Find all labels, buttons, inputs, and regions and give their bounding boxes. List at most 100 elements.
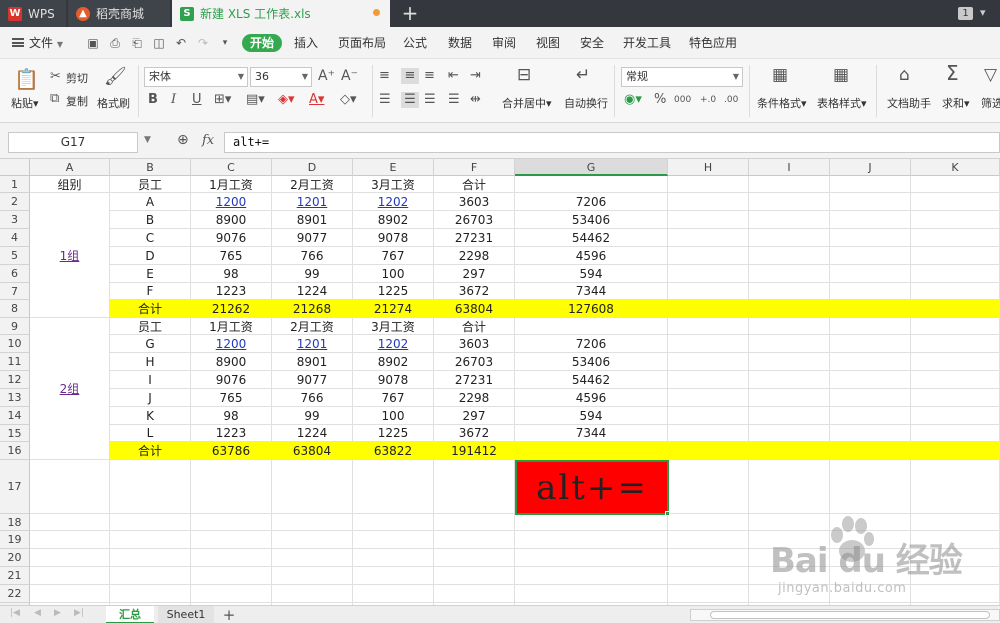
copy-button[interactable]: 复制	[66, 93, 88, 109]
column-header-k[interactable]: K	[911, 159, 1000, 176]
name-box[interactable]: G17	[8, 132, 138, 153]
percent-icon[interactable]: %	[654, 92, 666, 108]
empty-cell[interactable]	[668, 229, 749, 247]
empty-cell[interactable]	[668, 283, 749, 300]
cell[interactable]: 组别	[30, 176, 110, 193]
cell[interactable]: C	[110, 229, 191, 247]
cell[interactable]	[515, 176, 668, 193]
cell[interactable]: 100	[353, 265, 434, 283]
sum-button[interactable]: 求和▾	[942, 95, 970, 111]
decrease-decimal-icon[interactable]: .00	[724, 92, 738, 108]
zoom-lookup-icon[interactable]: ⊕	[177, 132, 189, 148]
empty-cell[interactable]	[353, 567, 434, 585]
cell[interactable]: 191412	[434, 442, 515, 460]
empty-cell[interactable]	[272, 549, 353, 567]
empty-cell[interactable]	[110, 567, 191, 585]
row-header-21[interactable]: 21	[0, 567, 30, 585]
empty-cell[interactable]	[668, 193, 749, 211]
filter-button[interactable]: 筛选	[981, 95, 1000, 111]
cell[interactable]: 3月工资	[353, 318, 434, 335]
column-header-e[interactable]: E	[353, 159, 434, 176]
cell[interactable]: 9076	[191, 371, 272, 389]
empty-cell[interactable]	[749, 425, 830, 442]
row-header-20[interactable]: 20	[0, 549, 30, 567]
align-bottom-icon[interactable]: ≡	[424, 68, 435, 84]
row-header-13[interactable]: 13	[0, 389, 30, 407]
empty-cell[interactable]	[911, 211, 1000, 229]
cell[interactable]: 8900	[191, 353, 272, 371]
empty-cell[interactable]	[749, 567, 830, 585]
empty-cell[interactable]	[668, 442, 749, 460]
cell[interactable]	[515, 442, 668, 460]
empty-cell[interactable]	[749, 176, 830, 193]
empty-cell[interactable]	[30, 514, 110, 531]
save-icon[interactable]: ▣	[86, 36, 100, 50]
empty-cell[interactable]	[830, 407, 911, 425]
column-header-j[interactable]: J	[830, 159, 911, 176]
bold-icon[interactable]: B	[148, 92, 158, 108]
cell[interactable]: 1组	[30, 193, 110, 318]
row-header-1[interactable]: 1	[0, 176, 30, 193]
empty-cell[interactable]	[515, 514, 668, 531]
cell[interactable]: 1202	[353, 193, 434, 211]
empty-cell[interactable]	[749, 442, 830, 460]
fill-color-icon[interactable]: ◈▾	[278, 92, 295, 108]
increase-indent-icon[interactable]: ⇥	[470, 68, 481, 84]
cell[interactable]: 合计	[110, 300, 191, 318]
cell[interactable]: 765	[191, 247, 272, 265]
last-sheet-icon[interactable]: ▶|	[74, 608, 84, 618]
empty-cell[interactable]	[434, 531, 515, 549]
cell[interactable]: 7344	[515, 425, 668, 442]
empty-cell[interactable]	[668, 425, 749, 442]
cell[interactable]: 2月工资	[272, 176, 353, 193]
merge-center-icon[interactable]: ⊟	[517, 67, 531, 84]
row-header-2[interactable]: 2	[0, 193, 30, 211]
cell[interactable]: 3672	[434, 283, 515, 300]
cell[interactable]: 1月工资	[191, 176, 272, 193]
wrap-text-icon[interactable]: ↵	[576, 67, 590, 84]
thousands-icon[interactable]: 000	[674, 92, 691, 108]
empty-cell[interactable]	[434, 585, 515, 603]
empty-cell[interactable]	[911, 247, 1000, 265]
column-header-c[interactable]: C	[191, 159, 272, 176]
number-format-select[interactable]: 常规 ▼	[621, 67, 743, 87]
cell[interactable]: 54462	[515, 229, 668, 247]
export-pdf-icon[interactable]: ⎙	[108, 36, 122, 50]
empty-cell[interactable]	[911, 353, 1000, 371]
empty-cell[interactable]	[272, 531, 353, 549]
menu-review[interactable]: 审阅	[492, 27, 516, 59]
cell[interactable]: 21268	[272, 300, 353, 318]
cut-icon[interactable]: ✂	[50, 69, 61, 85]
empty-cell[interactable]	[830, 460, 911, 514]
cell[interactable]: 26703	[434, 353, 515, 371]
align-left-icon[interactable]: ☰	[379, 92, 391, 108]
cell[interactable]: 63786	[191, 442, 272, 460]
cell[interactable]: 98	[191, 407, 272, 425]
selected-cell-g17[interactable]: alt+=	[515, 460, 669, 515]
decrease-font-icon[interactable]: A⁻	[341, 68, 358, 84]
row-header-11[interactable]: 11	[0, 353, 30, 371]
decrease-indent-icon[interactable]: ⇤	[448, 68, 459, 84]
cell[interactable]: 8901	[272, 211, 353, 229]
cell[interactable]: 1200	[191, 335, 272, 353]
empty-cell[interactable]	[434, 460, 515, 514]
print-icon[interactable]: ⎗	[130, 36, 144, 50]
row-header-6[interactable]: 6	[0, 265, 30, 283]
cell[interactable]: 27231	[434, 371, 515, 389]
empty-cell[interactable]	[668, 371, 749, 389]
cell[interactable]: 53406	[515, 353, 668, 371]
empty-cell[interactable]	[749, 265, 830, 283]
tab-docer-store[interactable]: ▲ 稻壳商城	[68, 0, 170, 27]
empty-cell[interactable]	[515, 549, 668, 567]
cell[interactable]: G	[110, 335, 191, 353]
fill-handle[interactable]	[665, 511, 670, 516]
row-header-22[interactable]: 22	[0, 585, 30, 603]
empty-cell[interactable]	[515, 531, 668, 549]
cell[interactable]: 7206	[515, 193, 668, 211]
empty-cell[interactable]	[272, 585, 353, 603]
cell[interactable]: 2月工资	[272, 318, 353, 335]
menu-page-layout[interactable]: 页面布局	[338, 27, 386, 59]
empty-cell[interactable]	[911, 318, 1000, 335]
tab-wps-home[interactable]: W WPS	[0, 0, 66, 27]
cell[interactable]: 21274	[353, 300, 434, 318]
